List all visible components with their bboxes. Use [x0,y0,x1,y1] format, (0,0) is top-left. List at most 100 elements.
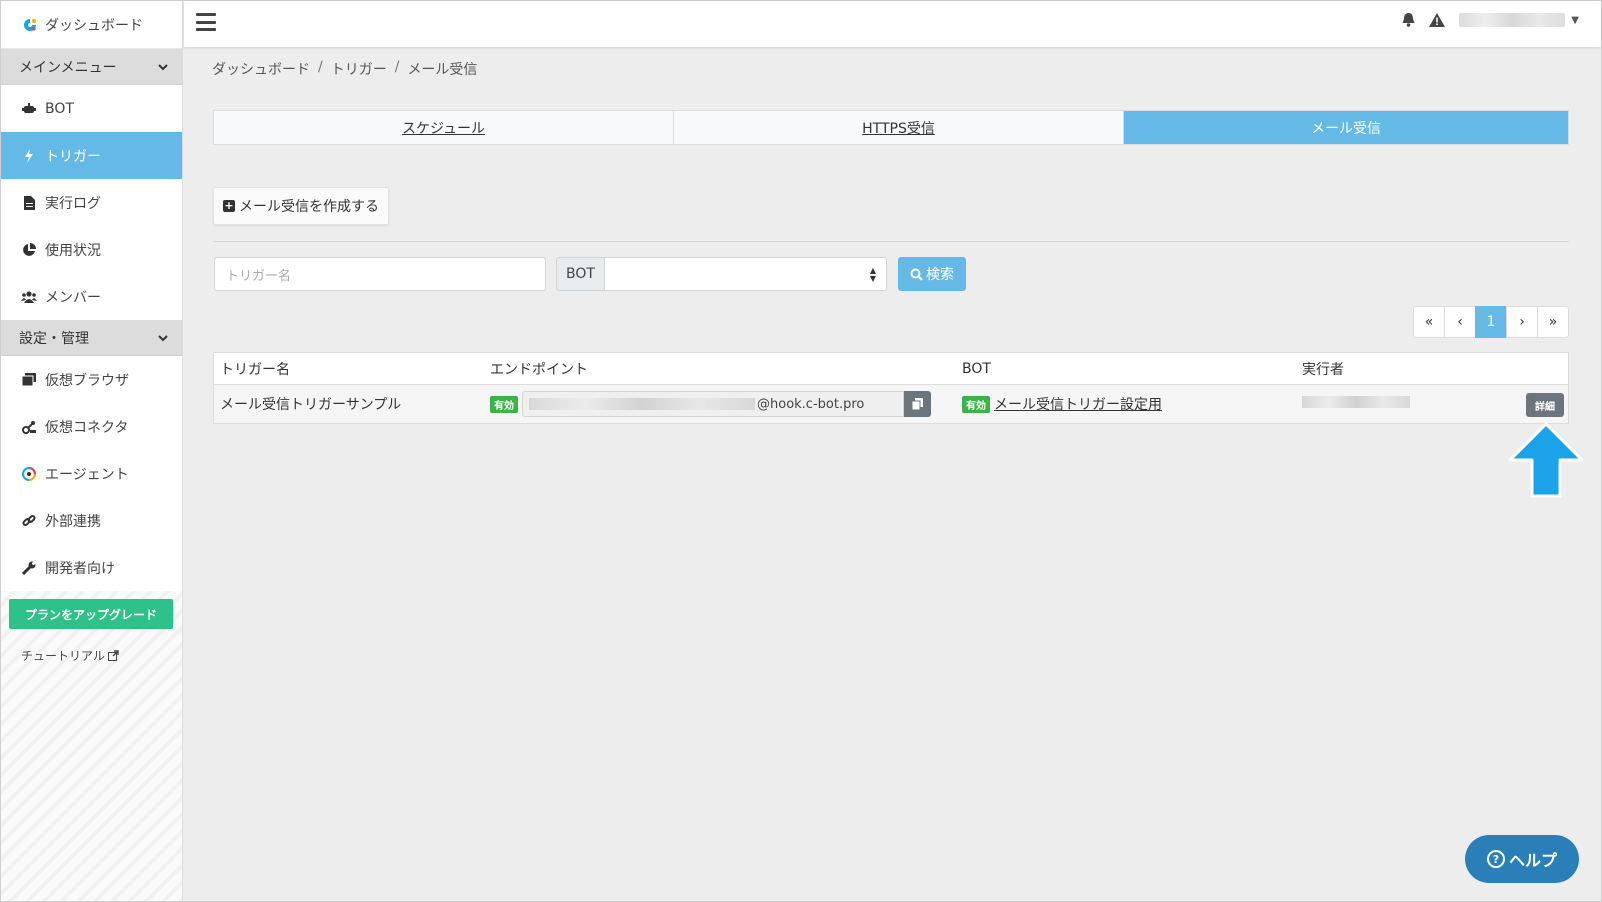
section-main-label: メインメニュー [19,59,117,76]
status-badge: 有効 [962,395,990,413]
tab-https[interactable]: HTTPS受信 [674,111,1124,144]
sidebar-item-label: トリガー [45,148,101,165]
column-header: トリガー名 [220,361,290,378]
breadcrumb-item-current: メール受信 [407,62,478,78]
sidebar-item-label: メンバー [45,289,101,306]
top-bar: ▼ [184,1,1601,47]
breadcrumb-item[interactable]: ダッシュボード [212,59,310,79]
pie-chart-icon [21,242,37,257]
section-settings[interactable]: 設定・管理 [1,320,182,356]
section-main-menu[interactable]: メインメニュー [1,49,182,85]
sidebar-item-usage[interactable]: 使用状況 [1,226,182,273]
chevron-down-icon [158,330,168,346]
sidebar-item-label: 仮想コネクタ [45,419,129,436]
plus-square-icon: + [223,199,235,212]
sidebar-footer: プランをアップグレード チュートリアル [1,591,182,901]
bot-link[interactable]: メール受信トリガー設定用 [994,394,1162,414]
link-icon [21,514,37,528]
sidebar-item-label: 開発者向け [45,560,115,577]
sidebar-item-agent[interactable]: エージェント [1,450,182,497]
sidebar-item-integrations[interactable]: 外部連携 [1,497,182,544]
create-mail-trigger-button[interactable]: + メール受信を作成する [213,187,389,225]
endpoint-redacted [529,398,755,410]
page-prev-button[interactable]: ‹ [1444,306,1476,338]
tab-schedule[interactable]: スケジュール [214,111,674,144]
select-arrows-icon: ▲ ▼ [869,266,876,283]
column-header: BOT [962,360,991,377]
pagination: « ‹ 1 › » [1413,306,1569,338]
user-menu[interactable] [1459,13,1566,27]
page-first-button[interactable]: « [1413,306,1445,338]
copy-icon [912,398,923,410]
sidebar-item-label: BOT [45,100,74,117]
sidebar-item-virtual-connector[interactable]: 仮想コネクタ [1,403,182,450]
bot-filter-label: BOT [556,257,605,291]
brand-link[interactable]: ダッシュボード [1,1,182,49]
help-label: ヘルプ [1508,851,1557,870]
connector-icon [21,420,37,434]
trigger-tabs: スケジュール HTTPS受信 メール受信 [213,110,1569,145]
menu-toggle-icon[interactable] [196,13,216,31]
sidebar-item-label: 実行ログ [45,195,101,212]
breadcrumb-separator: / [394,59,400,75]
divider [213,241,1569,242]
sidebar-item-label: 使用状況 [45,242,101,259]
warning-icon[interactable] [1429,13,1446,27]
upgrade-plan-button[interactable]: プランをアップグレード [9,599,173,629]
table-header: トリガー名 エンドポイント BOT 実行者 [214,353,1568,385]
bell-icon[interactable] [1402,13,1415,27]
detail-button[interactable]: 詳細 [1526,393,1564,417]
copy-button[interactable] [904,391,931,417]
trigger-table: トリガー名 エンドポイント BOT 実行者 メール受信トリガーサンプル 有効 @… [213,352,1569,424]
agent-icon [21,466,37,481]
logo-icon [24,18,36,31]
bot-select[interactable]: ▲ ▼ [605,257,887,291]
breadcrumb-separator: / [318,59,323,75]
page-next-button[interactable]: › [1506,306,1538,338]
bot-filter: BOT ▲ ▼ [556,257,887,291]
executor-redacted [1302,396,1410,408]
page-number-button[interactable]: 1 [1475,306,1507,338]
endpoint-field[interactable]: @hook.c-bot.pro [522,391,904,417]
status-badge: 有効 [490,395,518,413]
search-button-label: 検索 [926,267,954,283]
search-icon [910,268,923,281]
question-circle-icon: ? [1486,850,1505,868]
browser-icon [21,373,37,386]
column-header: 実行者 [1302,361,1344,378]
chevron-down-icon [158,59,168,75]
breadcrumb: ダッシュボード / トリガー / メール受信 [212,59,477,79]
section-settings-label: 設定・管理 [19,330,89,347]
sidebar-item-virtual-browser[interactable]: 仮想ブラウザ [1,356,182,403]
file-icon [21,195,37,210]
search-button[interactable]: 検索 [898,257,966,291]
sidebar-item-members[interactable]: メンバー [1,273,182,320]
wrench-icon [21,561,37,575]
sidebar-item-log[interactable]: 実行ログ [1,179,182,226]
help-button[interactable]: ? ヘルプ [1465,835,1579,883]
trigger-name-input[interactable]: トリガー名 [214,257,546,291]
sidebar-item-label: エージェント [45,466,129,483]
endpoint-cell: 有効 @hook.c-bot.pro [484,391,956,417]
table-row: メール受信トリガーサンプル 有効 @hook.c-bot.pro 有効 メール受… [214,385,1568,423]
tutorial-label: チュートリアル [21,649,105,663]
breadcrumb-item[interactable]: トリガー [331,59,387,79]
bolt-icon [21,148,37,163]
trigger-name-cell: メール受信トリガーサンプル [220,397,402,413]
tab-mail[interactable]: メール受信 [1124,111,1568,144]
robot-icon [21,102,37,115]
endpoint-domain: @hook.c-bot.pro [757,396,865,412]
tutorial-link[interactable]: チュートリアル [21,647,119,664]
sidebar-item-developer[interactable]: 開発者向け [1,544,182,591]
caret-down-icon[interactable]: ▼ [1571,15,1579,26]
bot-cell: 有効 メール受信トリガー設定用 [956,394,1296,414]
page-last-button[interactable]: » [1537,306,1569,338]
sidebar-item-label: 仮想ブラウザ [45,372,129,389]
sidebar-item-trigger[interactable]: トリガー [1,132,182,179]
column-header: エンドポイント [490,361,588,378]
sidebar: ダッシュボード メインメニュー BOT トリガー 実行ログ 使用状況 メンバー … [1,1,183,901]
sidebar-item-bot[interactable]: BOT [1,85,182,132]
sidebar-item-label: 外部連携 [45,513,101,530]
annotation-arrow-icon [1508,422,1584,498]
create-button-label: メール受信を作成する [239,199,379,215]
